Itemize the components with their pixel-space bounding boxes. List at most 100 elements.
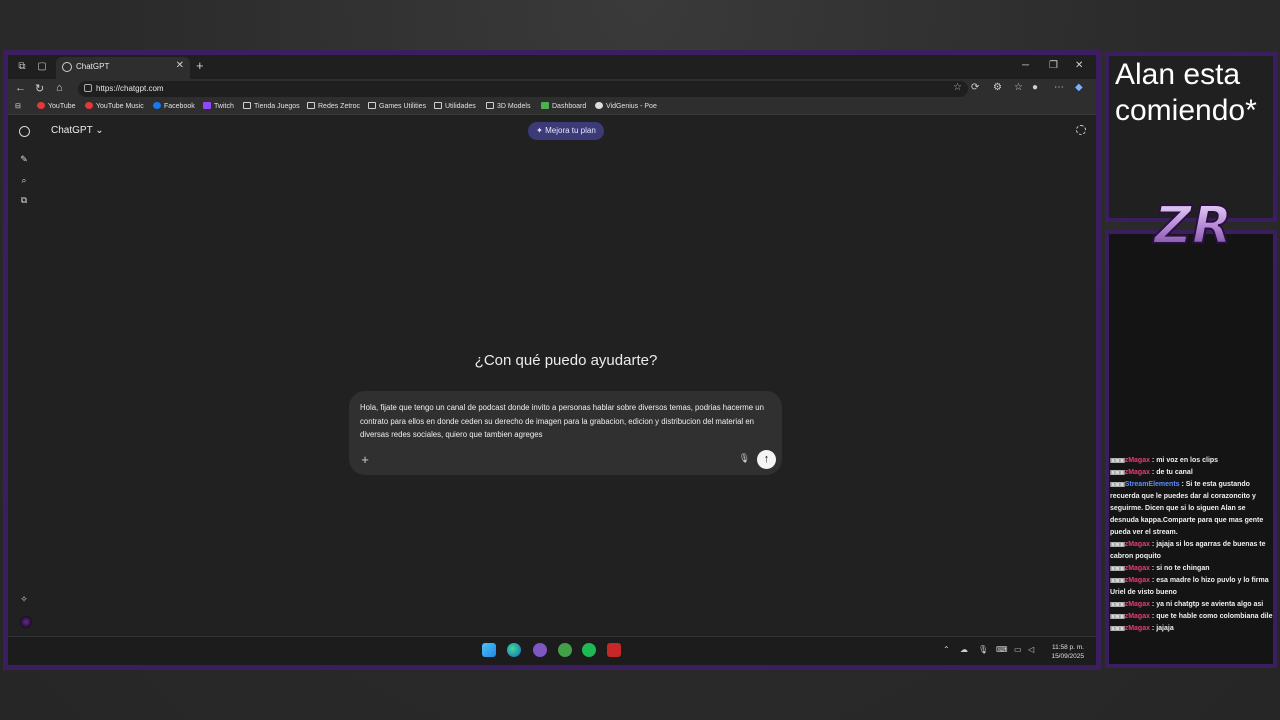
chat-username[interactable]: zMagax <box>1125 577 1150 584</box>
prompt-input[interactable]: Hola, fijate que tengo un canal de podca… <box>360 401 770 442</box>
address-toolbar: ← ↻ ⌂ https://chatgpt.com ☆ ⟳ ⚙ ☆ ● ⋯ ◆ <box>8 79 1096 99</box>
chat-username[interactable]: zMagax <box>1125 541 1150 548</box>
chat-text: : jajaja <box>1149 625 1174 632</box>
network-icon[interactable]: ▭ <box>1014 645 1022 654</box>
chat-message: ▣▣▣ StreamElements : Si te esta gustando… <box>1110 479 1274 539</box>
new-chat-icon[interactable]: ✎ <box>19 154 29 164</box>
system-clock[interactable]: 11:58 p. m. 15/09/2025 <box>1051 643 1084 661</box>
folder-icon <box>243 102 251 109</box>
split-screen-icon[interactable]: ⚙ <box>993 82 1002 93</box>
bookmark-3d-models[interactable]: 3D Models <box>486 102 530 110</box>
keyboard-icon[interactable]: ⌨ <box>996 645 1008 654</box>
minimize-button[interactable]: ─ <box>1022 60 1029 71</box>
tab-title: ChatGPT <box>76 62 110 71</box>
stream-layout: ⧉ ▢ ChatGPT ✕ + ─ ❐ ✕ ← ↻ ⌂ https://chat… <box>0 0 1280 720</box>
zr-logo: ZR <box>1151 198 1233 252</box>
workspaces-icon[interactable]: ⧉ <box>16 61 28 73</box>
onedrive-icon[interactable]: ☁ <box>960 645 968 654</box>
back-icon[interactable]: ← <box>15 82 26 94</box>
user-badges-icon: ▣▣▣ <box>1110 542 1125 548</box>
favorite-star-icon[interactable]: ☆ <box>953 82 962 93</box>
mic-tray-icon[interactable]: 🎙 <box>978 645 988 654</box>
bookmarks-bar: ⊟ YouTube YouTube Music Facebook Twitch … <box>8 99 1096 115</box>
tab-actions-icon[interactable]: ▢ <box>36 61 48 73</box>
home-icon[interactable]: ⌂ <box>56 82 63 94</box>
search-chats-icon[interactable]: ⌕ <box>19 175 29 185</box>
sparkle-icon[interactable]: ✧ <box>19 594 29 604</box>
extension-icon[interactable]: ⟳ <box>971 82 979 93</box>
windows-taskbar: ⌃ ☁ 🎙 ⌨ ▭ ◁ 11:58 p. m. 15/09/2025 <box>8 636 1096 665</box>
spotify-icon[interactable] <box>582 643 596 657</box>
chat-message: ▣▣▣ zMagax : mi voz en los clips <box>1110 455 1274 467</box>
chat-text: : de tu canal <box>1149 469 1193 476</box>
model-selector[interactable]: ChatGPT ⌄ <box>51 125 104 136</box>
youtube-music-icon <box>85 102 93 109</box>
chat-username[interactable]: zMagax <box>1125 601 1150 608</box>
close-tab-icon[interactable]: ✕ <box>176 60 184 71</box>
favorites-icon[interactable]: ☆ <box>1014 82 1023 93</box>
temporary-chat-icon[interactable] <box>1076 125 1086 135</box>
more-menu-icon[interactable]: ⋯ <box>1054 82 1064 93</box>
folder-icon <box>368 102 376 109</box>
refresh-icon[interactable]: ↻ <box>35 82 44 95</box>
close-window-button[interactable]: ✕ <box>1075 60 1083 71</box>
xbox-icon[interactable] <box>558 643 572 657</box>
chat-message-list: ▣▣▣ zMagax : mi voz en los clips ▣▣▣ zMag… <box>1110 455 1274 635</box>
clock-date: 15/09/2025 <box>1051 653 1084 660</box>
chat-text: : que te hable como colombiana dile <box>1149 613 1273 620</box>
discord-icon[interactable] <box>533 643 547 657</box>
tray-chevron-icon[interactable]: ⌃ <box>943 645 950 654</box>
windows-start-icon[interactable] <box>482 643 496 657</box>
title-bar: ⧉ ▢ ChatGPT ✕ + ─ ❐ ✕ <box>8 55 1096 79</box>
tab-chatgpt[interactable]: ChatGPT ✕ <box>56 57 190 79</box>
poe-icon <box>595 102 603 109</box>
chat-text: : Si te esta gustando recuerda que le pu… <box>1110 481 1264 536</box>
bookmark-facebook[interactable]: Facebook <box>153 102 195 110</box>
edge-icon[interactable] <box>507 643 521 657</box>
bookmark-youtube[interactable]: YouTube <box>37 102 76 110</box>
chat-username[interactable]: StreamElements <box>1125 481 1180 488</box>
chat-username[interactable]: zMagax <box>1125 469 1150 476</box>
prompt-composer[interactable]: Hola, fijate que tengo un canal de podca… <box>349 391 782 475</box>
page-title: ¿Con qué puedo ayudarte? <box>474 352 658 369</box>
profile-avatar-icon[interactable]: ● <box>1032 82 1038 93</box>
bookmark-tienda-juegos[interactable]: Tienda Juegos <box>243 102 300 110</box>
attach-plus-button[interactable]: + <box>356 451 374 469</box>
bookmark-redes-zetroc[interactable]: Redes Zetroc <box>307 102 360 110</box>
new-tab-button[interactable]: + <box>196 58 204 73</box>
chat-username[interactable]: zMagax <box>1125 625 1150 632</box>
library-icon[interactable]: ⧉ <box>19 195 29 205</box>
folder-icon <box>486 102 494 109</box>
microphone-icon[interactable]: 🎙 <box>739 453 750 464</box>
chat-text: : ya ni chatgtp se avienta algo asi <box>1149 601 1264 608</box>
chat-message: ▣▣▣ zMagax : jajaja si los agarras de bu… <box>1110 539 1274 563</box>
user-badges-icon: ▣▣▣ <box>1110 602 1125 608</box>
bookmarks-collapse-icon[interactable]: ⊟ <box>15 102 21 110</box>
calendar-app-icon[interactable] <box>607 643 621 657</box>
bookmark-youtube-music[interactable]: YouTube Music <box>85 102 144 110</box>
upgrade-plan-button[interactable]: ✦ Mejora tu plan <box>528 122 604 140</box>
folder-icon <box>434 102 442 109</box>
site-info-icon[interactable] <box>84 84 92 92</box>
openai-logo-icon[interactable] <box>19 126 30 137</box>
chat-username[interactable]: zMagax <box>1125 613 1150 620</box>
bookmark-vidgenius-poe[interactable]: VidGenius - Poe <box>595 102 657 110</box>
chat-username[interactable]: zMagax <box>1125 457 1150 464</box>
restore-button[interactable]: ❐ <box>1049 60 1058 71</box>
bookmark-games-utilities[interactable]: Games Utilities <box>368 102 426 110</box>
user-badges-icon: ▣▣▣ <box>1110 578 1125 584</box>
chat-text: : si no te chingan <box>1149 565 1210 572</box>
bookmark-twitch[interactable]: Twitch <box>203 102 234 110</box>
twitch-icon <box>203 102 211 109</box>
user-badges-icon: ▣▣▣ <box>1110 458 1125 464</box>
user-avatar[interactable] <box>20 616 32 628</box>
volume-icon[interactable]: ◁ <box>1028 645 1034 654</box>
send-button[interactable]: ↑ <box>757 450 776 469</box>
bookmark-utilidades[interactable]: Utilidades <box>434 102 476 110</box>
chat-message: ▣▣▣ zMagax : jajaja <box>1110 623 1274 635</box>
bookmark-dashboard[interactable]: Dashboard <box>541 102 586 110</box>
chat-username[interactable]: zMagax <box>1125 565 1150 572</box>
copilot-icon[interactable]: ◆ <box>1075 82 1083 93</box>
user-badges-icon: ▣▣▣ <box>1110 566 1125 572</box>
address-bar[interactable]: https://chatgpt.com ☆ <box>78 81 968 97</box>
